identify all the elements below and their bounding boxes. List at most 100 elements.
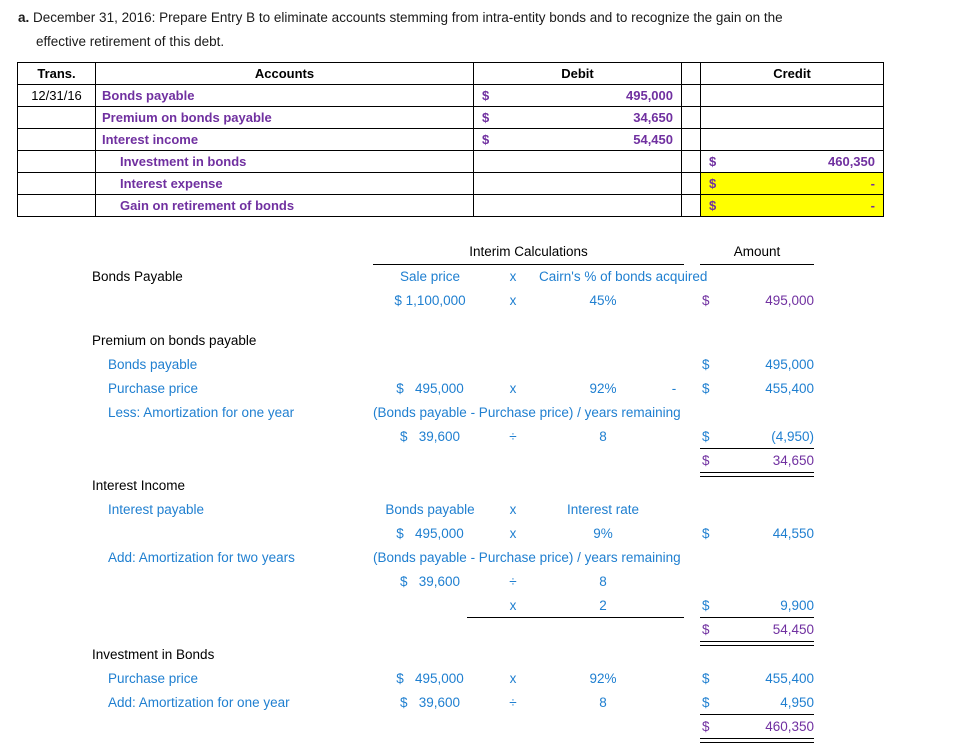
interest-operator: x <box>509 526 517 541</box>
operand-value: 39,600 <box>418 429 461 444</box>
table-row: Investment in bonds $460,350 <box>17 150 884 173</box>
interest-amortization-operand-b: 8 <box>599 574 607 589</box>
interest-times-operator: x <box>509 598 517 613</box>
dollar-sign: $ <box>399 695 408 710</box>
premium-purchase-operator: x <box>509 381 517 396</box>
interest-amortization-values-row: $ 39,600 ÷ 8 <box>0 570 965 594</box>
operand-value: 39,600 <box>418 574 461 589</box>
interest-total-row: $ 54,450 <box>0 618 965 642</box>
premium-total-amount: $ 34,650 <box>700 449 814 473</box>
premium-purchase-amount: $ 455,400 <box>700 377 814 401</box>
operand-value: 495,000 <box>414 526 464 541</box>
value-operator: x <box>509 293 517 308</box>
amount-value: (4,950) <box>771 429 814 444</box>
premium-purchase-price-label: Purchase price <box>108 381 199 396</box>
cell-trans <box>17 172 96 195</box>
investment-total-row: $ 460,350 <box>0 715 965 739</box>
amount-header: Amount <box>733 244 781 259</box>
investment-amortization-label: Add: Amortization for one year <box>108 695 290 710</box>
cell-account: Premium on bonds payable <box>95 106 474 129</box>
cell-spacer <box>681 128 701 151</box>
section-bonds-payable-title: Bonds Payable <box>92 269 183 284</box>
cell-spacer <box>681 194 701 217</box>
table-row: Premium on bonds payable $34,650 <box>17 106 884 129</box>
interest-formula-header-a: Bonds payable <box>385 502 475 517</box>
calc-header-row: Interim Calculations Amount <box>0 240 965 264</box>
value-percent-acquired: 45% <box>589 293 617 308</box>
interest-formula-header-operator: x <box>509 502 517 517</box>
dollar-sign: $ <box>702 526 710 541</box>
cell-credit: $ - <box>700 194 884 217</box>
premium-amortization-operand-b: 8 <box>599 429 607 444</box>
premium-amortization-formula-row: Less: Amortization for one year (Bonds p… <box>0 401 965 425</box>
interest-amortization-formula-row: Add: Amortization for two years (Bonds p… <box>0 546 965 570</box>
header-trans: Trans. <box>17 62 96 85</box>
question-letter: a. <box>18 10 30 25</box>
dollar-sign: $ <box>702 671 710 686</box>
cell-debit: $495,000 <box>473 84 682 107</box>
dollar-sign: $ <box>709 176 717 191</box>
header-debit: Debit <box>473 62 682 85</box>
header-accounts: Accounts <box>95 62 474 85</box>
interest-times-years-row: x 2 $ 9,900 <box>0 594 965 618</box>
question-prompt: a. December 31, 2016: Prepare Entry B to… <box>18 6 948 53</box>
amount-value: 4,950 <box>780 695 814 710</box>
interest-amortization-formula: (Bonds payable - Purchase price) / years… <box>373 550 681 565</box>
cell-account: Bonds payable <box>95 84 474 107</box>
interest-payable-label: Interest payable <box>108 502 205 517</box>
section-interest-income-title-row: Interest Income <box>0 474 965 498</box>
premium-amortization-formula: (Bonds payable - Purchase price) / years… <box>373 405 681 420</box>
table-header-row: Trans. Accounts Debit Credit <box>17 62 884 85</box>
dollar-sign: $ <box>482 132 490 147</box>
dollar-sign: $ <box>702 381 710 396</box>
table-row: Interest expense $ - <box>17 172 884 195</box>
cell-account: Interest income <box>95 128 474 151</box>
operand-value: 495,000 <box>414 671 464 686</box>
cell-trans <box>17 106 96 129</box>
dollar-sign: $ <box>482 88 490 103</box>
premium-total-row: $ 34,650 <box>0 449 965 473</box>
amount-value: 44,550 <box>772 526 814 541</box>
premium-purchase-operand-b: 92% <box>589 381 617 396</box>
premium-purchase-minus-sign: - <box>671 381 677 396</box>
table-row: Gain on retirement of bonds $ - <box>17 194 884 217</box>
dollar-sign: $ <box>702 293 710 308</box>
formula-header-percent-acquired: Cairn's % of bonds acquired <box>539 269 708 284</box>
dollar-sign: $ <box>399 429 408 444</box>
investment-amortization-amount: $ 4,950 <box>700 691 814 715</box>
amount-bonds-payable: $ 495,000 <box>700 289 814 313</box>
interest-operand-a: $ 495,000 <box>373 522 487 546</box>
dollar-sign: $ <box>702 453 710 468</box>
question-line-2: effective retirement of this debt. <box>36 33 225 49</box>
dollar-sign: $ <box>396 671 404 686</box>
section-bonds-payable-formula-header: Bonds Payable Sale price x Cairn's % of … <box>0 265 965 289</box>
investment-total-amount: $ 460,350 <box>700 715 814 739</box>
cell-spacer <box>681 106 701 129</box>
investment-purchase-operand-a: $ 495,000 <box>373 667 487 691</box>
investment-purchase-operand-b: 92% <box>589 671 617 686</box>
dollar-sign: $ <box>702 357 710 372</box>
investment-purchase-price-row: Purchase price $ 495,000 x 92% $ 455,400 <box>0 667 965 691</box>
dollar-sign: $ <box>399 574 408 589</box>
interest-amortization-label: Add: Amortization for two years <box>108 550 295 565</box>
question-line-1: December 31, 2016: Prepare Entry B to el… <box>33 10 783 25</box>
operand-value: 39,600 <box>418 695 461 710</box>
premium-amortization-amount: $ (4,950) <box>700 425 814 449</box>
amount-value: 34,650 <box>772 453 814 468</box>
section-premium-title-row: Premium on bonds payable <box>0 329 965 353</box>
section-premium-title: Premium on bonds payable <box>92 333 257 348</box>
interest-times-operand: 2 <box>599 598 607 613</box>
cell-trans <box>17 128 96 151</box>
premium-amortization-operator: ÷ <box>509 429 517 444</box>
section-investment-title-row: Investment in Bonds <box>0 643 965 667</box>
cell-trans: 12/31/16 <box>17 84 96 107</box>
cell-debit <box>473 150 682 173</box>
section-investment-title: Investment in Bonds <box>92 647 215 662</box>
premium-amortization-label: Less: Amortization for one year <box>108 405 295 420</box>
interest-payable-amount: $ 44,550 <box>700 522 814 546</box>
dollar-sign: $ <box>396 381 404 396</box>
operand-value: 495,000 <box>414 381 464 396</box>
cell-debit: $34,650 <box>473 106 682 129</box>
dollar-sign: $ <box>702 719 710 734</box>
interest-times-amount: $ 9,900 <box>700 594 814 618</box>
